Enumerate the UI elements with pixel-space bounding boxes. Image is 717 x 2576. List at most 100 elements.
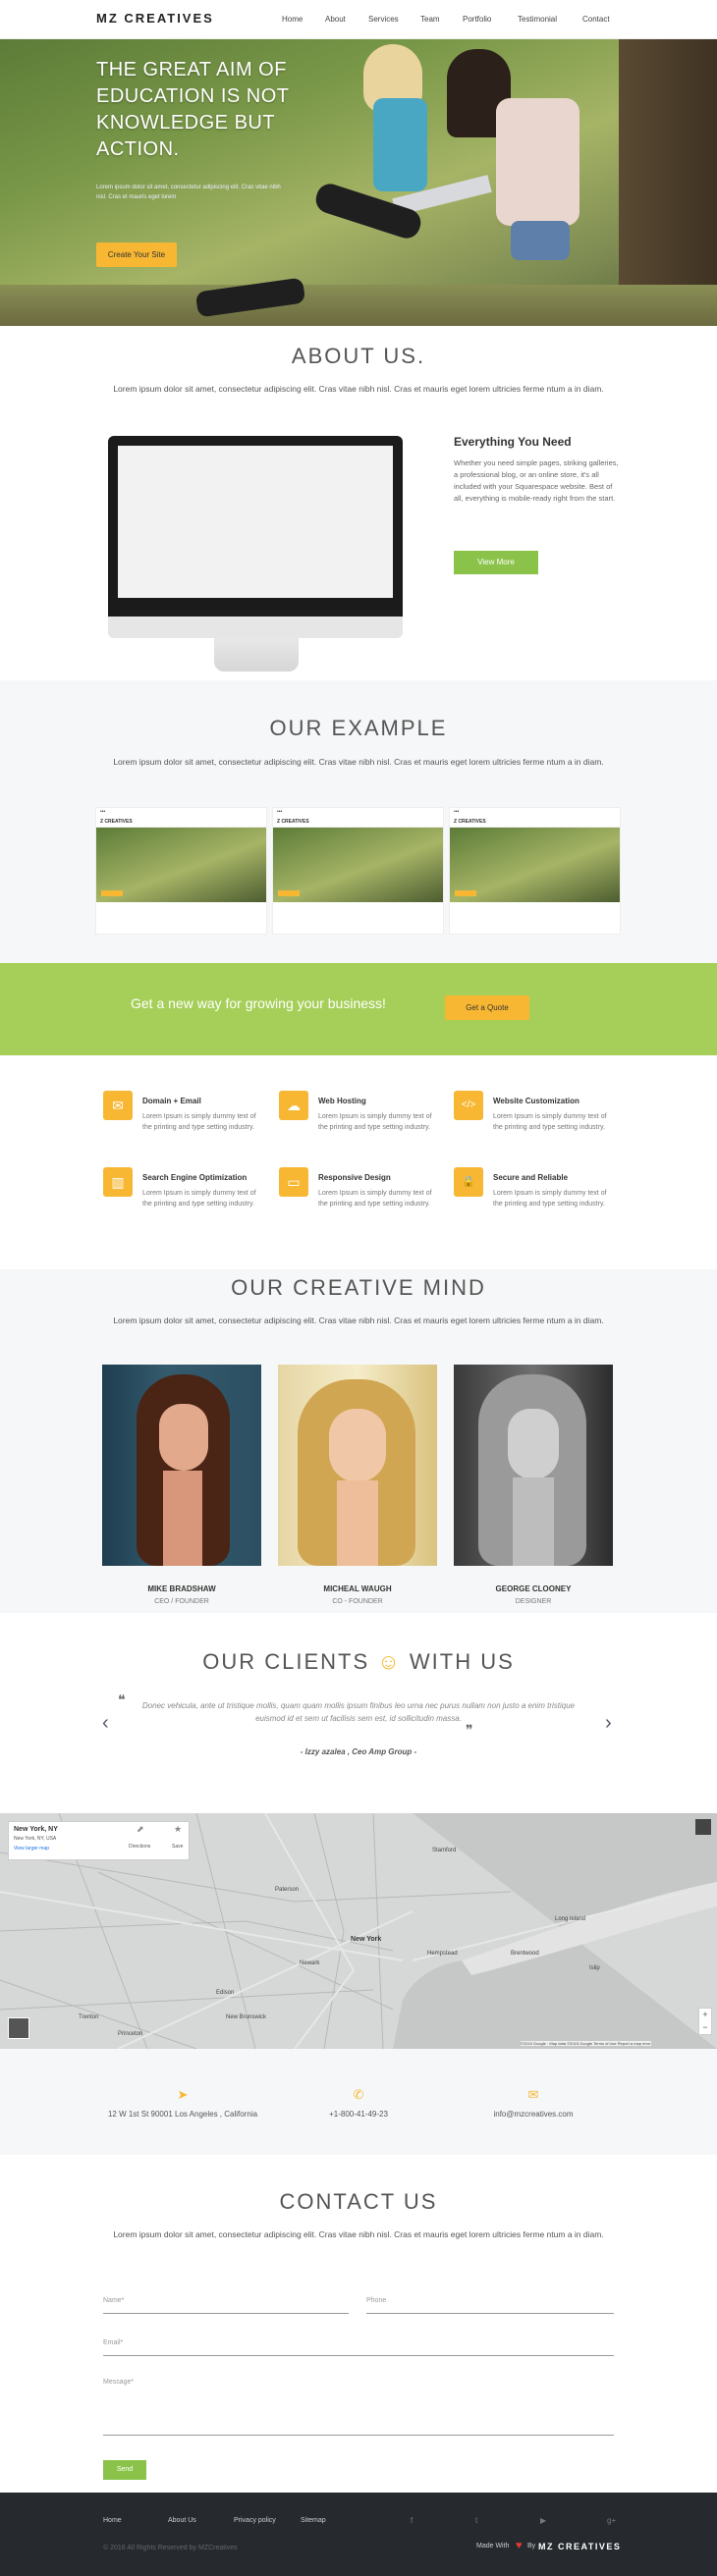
nav-link-team[interactable]: Team bbox=[420, 15, 440, 24]
map-place: New York, NY bbox=[14, 1826, 58, 1833]
feature-title: Web Hosting bbox=[318, 1097, 366, 1105]
footer-link-home[interactable]: Home bbox=[103, 2517, 122, 2524]
team-photo bbox=[278, 1365, 437, 1566]
testimonial-author: - Izzy azalea , Ceo Amp Group - bbox=[300, 1747, 417, 1756]
map-label: Princeton bbox=[118, 2031, 143, 2037]
map-label: Trenton bbox=[79, 2014, 99, 2020]
map-label: Paterson bbox=[275, 1887, 300, 1893]
footer-link-privacy[interactable]: Privacy policy bbox=[234, 2517, 276, 2524]
feature-text: Lorem Ipsum is simply dummy text of the … bbox=[493, 1113, 607, 1131]
person-shirt-image bbox=[373, 98, 427, 191]
nav-link-testimonial[interactable]: Testimonial bbox=[518, 15, 557, 24]
nav-link-contact[interactable]: Contact bbox=[582, 15, 610, 24]
twitter-icon[interactable]: t bbox=[475, 2516, 477, 2525]
zoom-control[interactable]: + − bbox=[698, 2008, 712, 2035]
address-text: 12 W 1st St 90001 Los Angeles , Californ… bbox=[107, 2110, 258, 2119]
get-quote-button[interactable]: Get a Quote bbox=[445, 995, 529, 1020]
feature-title: Responsive Design bbox=[318, 1173, 391, 1182]
email-text[interactable]: info@mzcreatives.com bbox=[450, 2108, 617, 2120]
mail-icon: ✉ bbox=[103, 1091, 133, 1120]
star-icon[interactable]: ★ bbox=[174, 1824, 182, 1835]
feature-title: Domain + Email bbox=[142, 1097, 201, 1105]
example-thumbnail[interactable]: ••• Z CREATIVES bbox=[95, 807, 267, 935]
phone-field[interactable] bbox=[366, 2292, 614, 2314]
chevron-right-icon[interactable]: › bbox=[605, 1712, 612, 1735]
member-name: GEORGE CLOONEY bbox=[495, 1584, 572, 1593]
copyright-text: © 2016 All Rights Reserved by MZCreative… bbox=[103, 2545, 238, 2551]
mail-icon: ✉ bbox=[527, 2087, 539, 2102]
map-label: Newark bbox=[300, 1960, 320, 1966]
clients-title: OUR CLIENTS ☺ WITH US bbox=[0, 1649, 717, 1675]
nav-link-about[interactable]: About bbox=[325, 15, 346, 24]
thumbnail-hero-image bbox=[450, 828, 620, 902]
map-label: Brentwood bbox=[511, 1951, 539, 1957]
grass-image bbox=[0, 285, 717, 326]
contact-intro: Lorem ipsum dolor sit amet, consectetur … bbox=[113, 2229, 604, 2239]
lock-icon: 🔒 bbox=[454, 1167, 483, 1197]
directions-label[interactable]: Directions bbox=[129, 1844, 150, 1850]
footer-link-sitemap[interactable]: Sitemap bbox=[301, 2517, 326, 2524]
about-body: Whether you need simple pages, striking … bbox=[454, 458, 619, 503]
larger-map-link[interactable]: View larger map bbox=[14, 1846, 49, 1852]
footer bbox=[0, 2493, 717, 2576]
contact-title: CONTACT US bbox=[279, 2189, 438, 2214]
feature-text: Lorem Ipsum is simply dummy text of the … bbox=[318, 1190, 432, 1208]
directions-icon[interactable]: ⬈ bbox=[137, 1824, 144, 1835]
map-place-sub: New York, NY, USA bbox=[14, 1836, 57, 1842]
nav-link-portfolio[interactable]: Portfolio bbox=[463, 15, 491, 24]
feature-text: Lorem Ipsum is simply dummy text of the … bbox=[142, 1190, 256, 1208]
member-role: CO - FOUNDER bbox=[332, 1598, 383, 1605]
footer-brand-logo[interactable]: MZ CREATIVES bbox=[538, 2542, 621, 2551]
monitor-screen bbox=[118, 446, 393, 598]
view-more-button[interactable]: View More bbox=[454, 551, 538, 574]
testimonial-quote: Donec vehicula, ante ut tristique mollis… bbox=[141, 1701, 576, 1723]
map-attribution: ©2015 Google · Map data ©2015 Google Ter… bbox=[521, 2041, 651, 2046]
name-field[interactable] bbox=[103, 2292, 349, 2314]
thumbnail-brand: Z CREATIVES bbox=[96, 816, 266, 828]
email-field[interactable] bbox=[103, 2334, 614, 2356]
feature-text: Lorem Ipsum is simply dummy text of the … bbox=[142, 1113, 256, 1131]
send-button[interactable]: Send bbox=[103, 2460, 146, 2480]
by-text: By bbox=[527, 2543, 536, 2549]
heart-icon: ♥ bbox=[516, 2540, 523, 2551]
nav-link-services[interactable]: Services bbox=[368, 15, 399, 24]
smiley-icon: ☺ bbox=[377, 1649, 402, 1674]
about-heading: Everything You Need bbox=[454, 435, 572, 449]
nav-link-home[interactable]: Home bbox=[282, 15, 303, 24]
thumbnail-brand: Z CREATIVES bbox=[450, 816, 620, 828]
create-site-button[interactable]: Create Your Site bbox=[96, 242, 177, 267]
feature-title: Search Engine Optimization bbox=[142, 1173, 248, 1182]
team-title: OUR CREATIVE MIND bbox=[231, 1275, 486, 1300]
example-title: OUR EXAMPLE bbox=[269, 716, 448, 740]
map-label: Edison bbox=[216, 1990, 235, 1996]
thumbnail-hero-image bbox=[96, 828, 266, 902]
footer-link-about[interactable]: About Us bbox=[168, 2517, 196, 2524]
map-label: Islip bbox=[589, 1965, 600, 1971]
youtube-icon[interactable]: ▶ bbox=[540, 2516, 546, 2525]
example-thumbnail[interactable]: ••• Z CREATIVES bbox=[449, 807, 621, 935]
monitor-stand bbox=[214, 638, 299, 671]
save-label[interactable]: Save bbox=[172, 1844, 183, 1850]
example-intro: Lorem ipsum dolor sit amet, consectetur … bbox=[113, 757, 604, 767]
made-with-text: Made With bbox=[476, 2543, 510, 2549]
monitor-image bbox=[108, 436, 403, 637]
phone-icon: ✆ bbox=[353, 2087, 364, 2102]
google-plus-icon[interactable]: g+ bbox=[607, 2516, 616, 2525]
team-photo bbox=[102, 1365, 261, 1566]
example-thumbnail[interactable]: ••• Z CREATIVES bbox=[272, 807, 444, 935]
location-icon: ➤ bbox=[177, 2087, 189, 2102]
satellite-toggle[interactable] bbox=[8, 2017, 29, 2039]
map-info-card: New York, NY New York, NY, USA View larg… bbox=[8, 1821, 190, 1860]
about-intro: Lorem ipsum dolor sit amet, consectetur … bbox=[113, 384, 604, 394]
chevron-left-icon[interactable]: ‹ bbox=[102, 1712, 109, 1735]
about-title: ABOUT US. bbox=[291, 344, 426, 368]
feature-title: Secure and Reliable bbox=[493, 1173, 569, 1182]
member-role: CEO / FOUNDER bbox=[154, 1598, 209, 1605]
message-field[interactable] bbox=[103, 2374, 614, 2436]
facebook-icon[interactable]: f bbox=[411, 2516, 413, 2525]
brand-logo[interactable]: MZ CREATIVES bbox=[96, 11, 214, 26]
monitor-icon: ▭ bbox=[279, 1167, 308, 1197]
clients-title-right: WITH US bbox=[409, 1649, 515, 1674]
fullscreen-icon[interactable] bbox=[695, 1819, 711, 1835]
google-map[interactable]: New York, NY New York, NY, USA View larg… bbox=[0, 1813, 717, 2049]
